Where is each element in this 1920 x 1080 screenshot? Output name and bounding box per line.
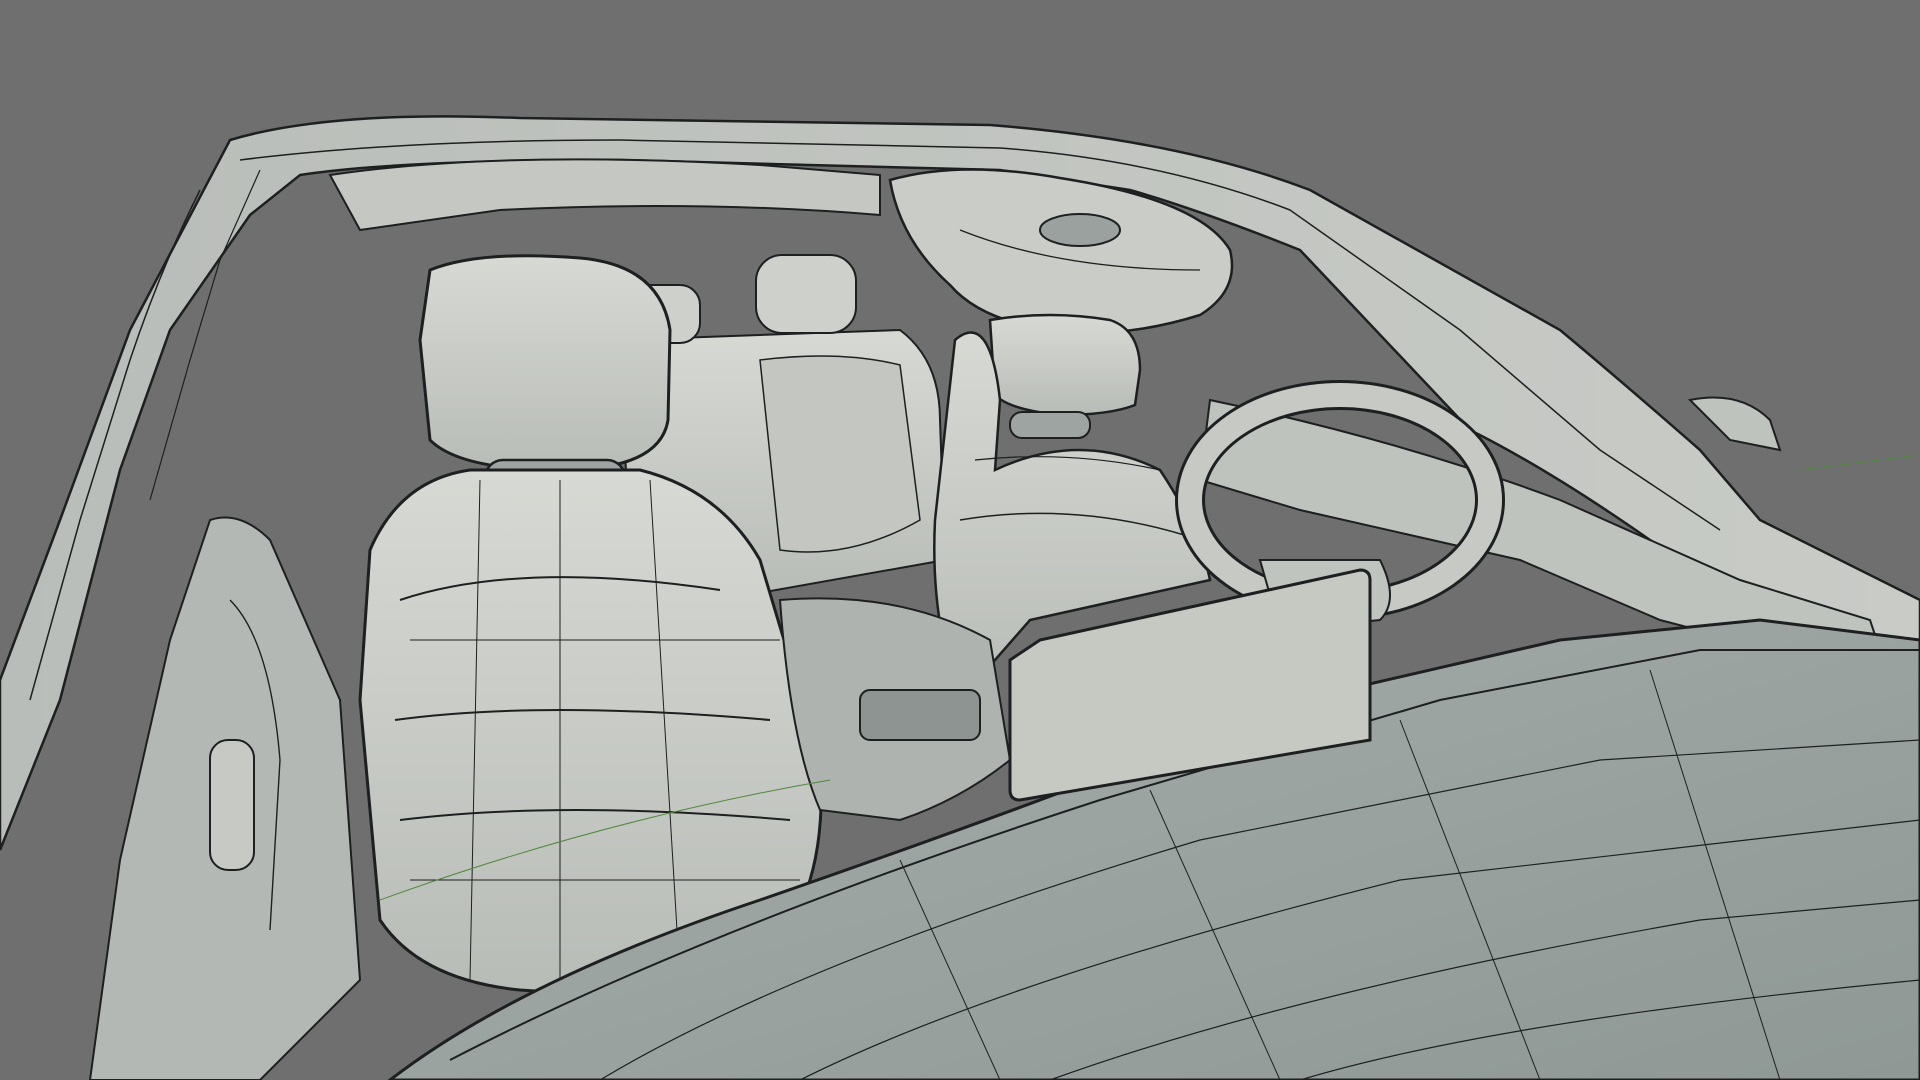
- viewport-axis-line: [1799, 454, 1920, 471]
- center-console[interactable]: [778, 597, 1012, 822]
- side-mirror-right[interactable]: [1687, 396, 1782, 452]
- mirror-sensor: [1039, 213, 1121, 247]
- door-handle: [209, 739, 255, 871]
- rear-headrest-center: [755, 254, 857, 334]
- console-vent: [859, 689, 981, 741]
- 3d-viewport[interactable]: [0, 0, 1920, 1080]
- scene-svg: [0, 115, 1920, 1080]
- front-left-headrest: [418, 254, 672, 472]
- door-panel-left[interactable]: [88, 516, 362, 1080]
- front-right-headrest-grip: [1009, 411, 1091, 439]
- headliner: [328, 158, 881, 232]
- front-right-headrest: [988, 313, 1142, 417]
